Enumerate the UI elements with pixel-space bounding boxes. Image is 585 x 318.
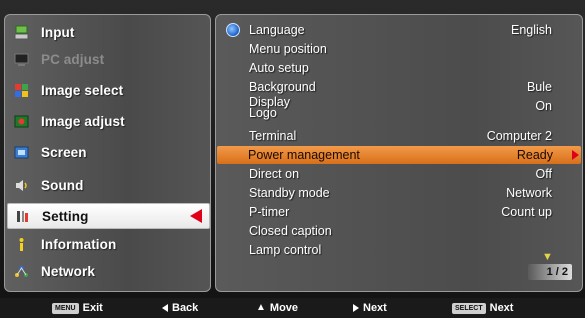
help-move: ▲︎ Move [256,302,298,314]
globe-icon [226,23,240,37]
setting-value: On [535,99,552,113]
menu-item-label: Image adjust [41,113,125,129]
menu-item-image-adjust[interactable]: Image adjust [7,108,208,134]
setting-label: Menu position [249,42,327,56]
menu-item-label: Screen [41,144,87,160]
setting-value: English [511,23,552,37]
screen-icon [13,144,29,160]
menu-item-input[interactable]: Input [7,19,208,45]
active-arrow-icon [190,209,202,223]
setting-label: Closed caption [249,224,332,238]
menu-item-label: PC adjust [41,51,105,67]
setting-row-background[interactable]: Background Bule [218,78,580,96]
setting-label: Power management [248,148,360,162]
pc-adjust-icon [13,51,29,67]
up-down-arrow-icon: ▲︎ [256,302,266,313]
setting-label: Terminal [249,129,297,143]
menu-item-label: Image select [41,82,124,98]
help-next: Next [353,302,387,314]
setting-label: Standby mode [249,186,330,200]
setting-row-direct-on[interactable]: Direct on Off [218,165,580,183]
setting-row-display-logo[interactable]: Display Logo On [218,96,580,121]
setting-row-menu-position[interactable]: Menu position [218,40,580,58]
scroll-pin-icon: ▼ [542,251,553,263]
help-back-label: Back [172,302,199,314]
sound-icon [13,177,29,193]
page-indicator: 1 / 2 [528,264,572,280]
help-bar: MENU Exit Back ▲︎ Move Next SELECT Next [0,298,585,318]
setting-row-p-timer[interactable]: P-timer Count up [218,203,580,221]
setting-label: Lamp control [249,243,322,257]
help-move-label: Move [269,302,299,314]
setting-row-lamp-control[interactable]: Lamp control [218,241,580,259]
setting-label: Language [249,23,305,37]
menu-frame: Input PC adjust Image select Image adjus… [0,0,585,318]
submenu-arrow-icon [572,150,579,160]
help-select: SELECT Next [452,302,513,314]
setting-label-line2: Logo [249,106,277,120]
setting-value: Network [506,186,552,200]
setting-row-power-management[interactable]: Power management Ready [217,146,581,164]
menu-item-label: Information [41,236,117,252]
menu-item-sound[interactable]: Sound [7,172,208,198]
menu-item-label: Input [41,24,75,40]
setting-label: Display Logo [249,96,290,120]
help-back: Back [162,302,198,314]
setting-value: Count up [501,205,552,219]
image-select-icon [13,82,29,98]
select-key-icon: SELECT [452,302,486,314]
settings-panel: Language English Menu position Auto setu… [215,14,583,292]
setting-icon [14,208,30,224]
menu-item-network[interactable]: Network [7,258,208,284]
menu-item-label: Network [41,263,95,279]
menu-item-label: Setting [42,208,89,224]
help-select-label: Next [489,302,514,314]
setting-row-closed-caption[interactable]: Closed caption [218,222,580,240]
setting-value: Computer 2 [486,129,552,143]
setting-row-language[interactable]: Language English [218,21,580,39]
network-icon [13,263,29,279]
setting-row-standby-mode[interactable]: Standby mode Network [218,184,580,202]
setting-value: Off [535,167,552,181]
setting-label: Direct on [249,167,300,181]
setting-label: Auto setup [249,61,309,75]
menu-key-icon: MENU [52,302,79,314]
help-exit-label: Exit [82,302,103,314]
right-arrow-icon [353,304,359,312]
setting-value: Ready [516,148,553,162]
setting-label: P-timer [249,205,290,219]
setting-value: Bule [526,80,552,94]
setting-row-terminal[interactable]: Terminal Computer 2 [218,127,580,145]
information-icon [13,236,29,252]
help-exit: MENU Exit [52,302,103,314]
menu-item-image-select[interactable]: Image select [7,77,208,103]
main-menu: Input PC adjust Image select Image adjus… [4,14,211,292]
image-adjust-icon [13,113,29,129]
menu-item-setting[interactable]: Setting [7,203,210,229]
menu-item-screen[interactable]: Screen [7,139,208,165]
menu-item-information[interactable]: Information [7,231,208,257]
setting-label: Background [249,80,316,94]
input-icon [13,24,29,40]
help-next-label: Next [363,302,387,314]
left-arrow-icon [162,304,168,312]
menu-item-pc-adjust[interactable]: PC adjust [7,46,208,72]
setting-row-auto-setup[interactable]: Auto setup [218,59,580,77]
menu-item-label: Sound [41,177,84,193]
